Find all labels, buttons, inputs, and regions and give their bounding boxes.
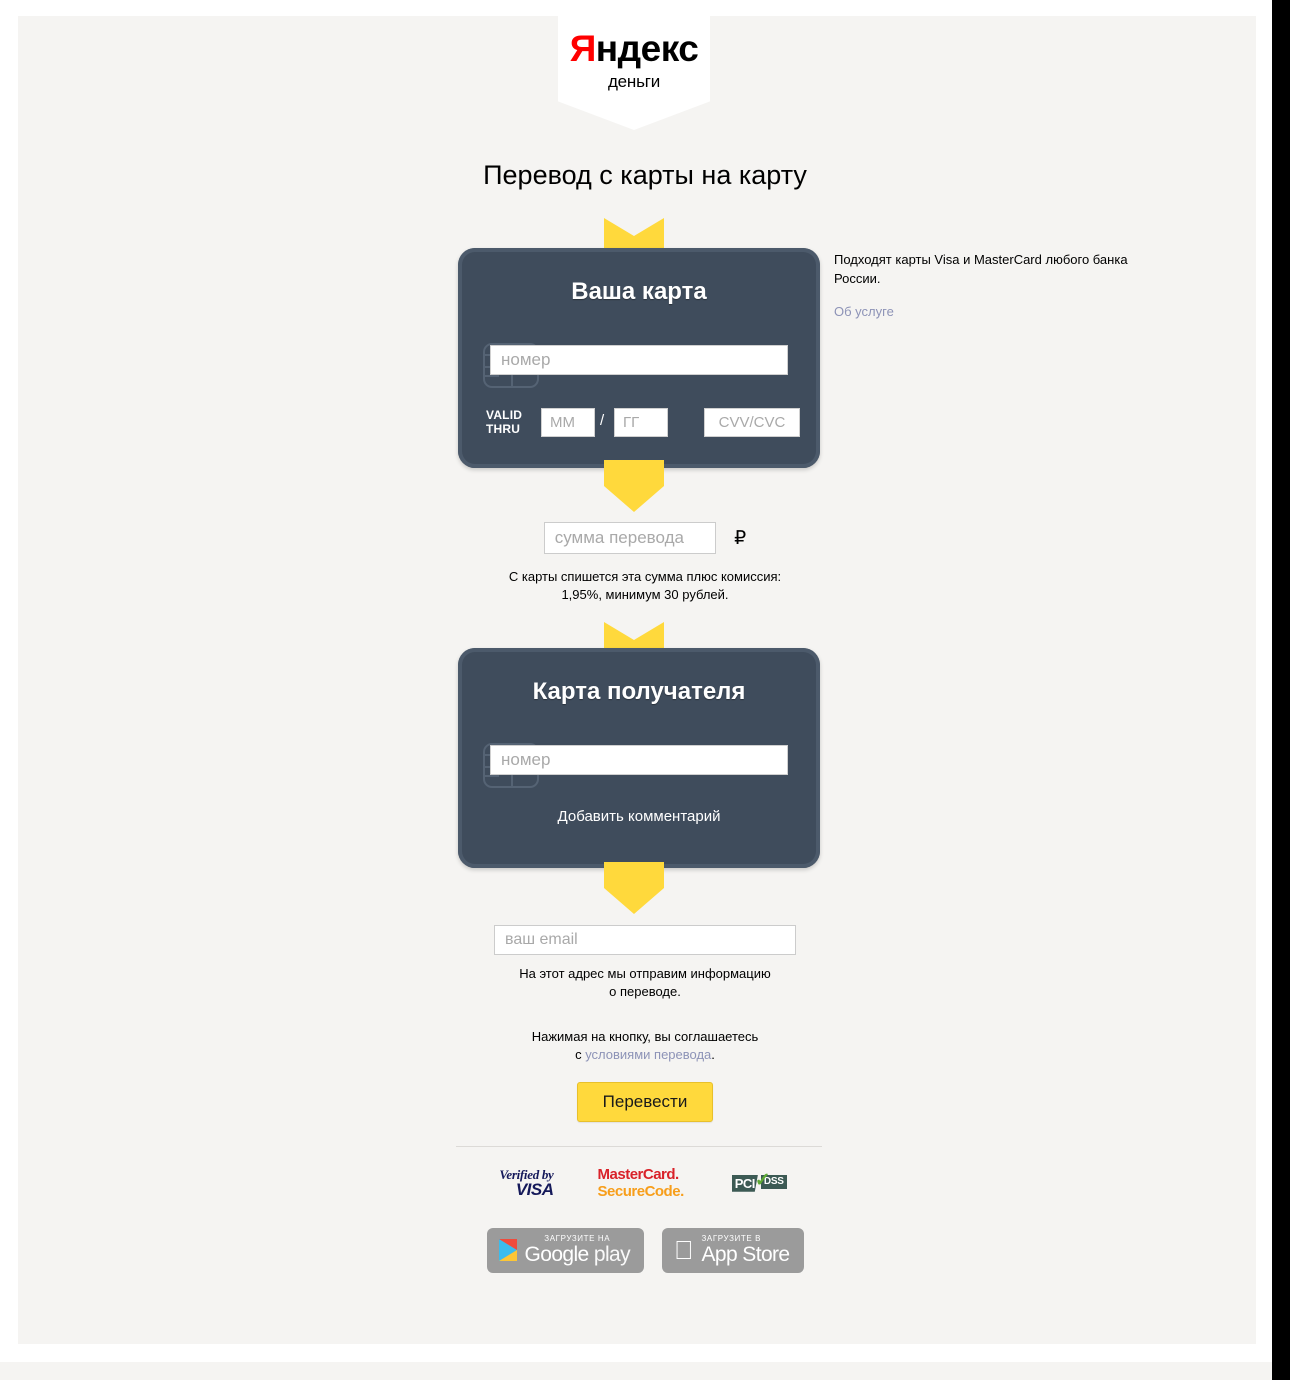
email-note-line-2: о переводе. — [609, 984, 681, 999]
logo-ya-letter: Я — [569, 28, 597, 69]
expiry-month-input[interactable] — [541, 408, 595, 437]
amount-row: ₽ — [0, 522, 1290, 554]
mastercard-badge-bottom-text: SecureCode. — [597, 1183, 685, 1201]
transfer-submit-button[interactable]: Перевести — [576, 1082, 714, 1122]
recipient-card-title: Карта получателя — [532, 678, 746, 705]
sender-card-number-input[interactable] — [490, 345, 788, 375]
app-store-badge-small-text: Загрузите в — [691, 1234, 761, 1243]
chip-line — [485, 375, 499, 377]
valid-thru-label: VALID THRU — [486, 408, 522, 436]
google-play-badge-text: Загрузите на Google play — [525, 1234, 631, 1266]
page-viewport: Яндекс деньги Перевод с карты на карту В… — [0, 0, 1290, 1380]
submit-row: Перевести — [0, 1082, 1290, 1122]
app-store-badge[interactable]:  Загрузите в App Store — [662, 1228, 804, 1273]
commission-note-line-1: С карты спишется эта сумма плюс комиссия… — [508, 569, 782, 584]
email-note-line-1: На этот адрес мы отправим информацию — [519, 966, 771, 981]
mastercard-securecode-badge-icon: MasterCard. SecureCode. — [597, 1166, 685, 1201]
sender-card-panel: Ваша карта VALID THRU / — [458, 248, 820, 468]
google-play-word-play: play — [593, 1243, 631, 1266]
logo-ndeks-letters: ндекс — [595, 28, 699, 69]
yandex-money-logo[interactable]: Яндекс деньги — [558, 30, 710, 90]
sender-card-valid-row: VALID THRU / — [486, 408, 800, 438]
email-note: На этот адрес мы отправим информацию о п… — [0, 965, 1290, 1001]
sender-card-title: Ваша карта — [571, 278, 707, 305]
chip-line — [485, 775, 499, 777]
service-note-text: Подходят карты Visa и MasterCard любого … — [834, 252, 1128, 286]
visa-badge-bottom-text: VISA — [515, 1180, 554, 1200]
google-play-word: Google — [524, 1243, 590, 1266]
expiry-separator: / — [600, 412, 605, 429]
transfer-terms-link[interactable]: условиями перевода — [585, 1047, 711, 1062]
verified-by-visa-badge-icon: Verified by VISA — [499, 1168, 554, 1200]
google-play-badge[interactable]: Загрузите на Google play — [486, 1228, 644, 1273]
recipient-card-panel: Карта получателя Добавить комментарий — [458, 648, 820, 868]
commission-note-line-2: 1,95%, минимум 30 рублей. — [561, 587, 729, 602]
transfer-amount-input[interactable] — [543, 522, 716, 554]
security-badges: Verified by VISA MasterCard. SecureCode.… — [0, 1166, 1290, 1201]
terms-line-1: Нажимая на кнопку, вы соглашаетесь — [531, 1029, 759, 1044]
valid-thru-line-2: THRU — [486, 422, 521, 436]
service-note: Подходят карты Visa и MasterCard любого … — [834, 250, 1134, 321]
add-comment-link[interactable]: Добавить комментарий — [458, 808, 820, 825]
page-title: Перевод с карты на карту — [483, 160, 807, 190]
google-play-badge-inner: Загрузите на Google play — [498, 1234, 631, 1266]
expiry-year-input[interactable] — [614, 408, 668, 437]
app-store-badge-text: Загрузите в App Store — [691, 1234, 791, 1266]
store-badges: Загрузите на Google play  Загрузите в A… — [0, 1228, 1290, 1273]
apple-logo-icon:  — [674, 1237, 694, 1263]
pci-check-icon: ✓ — [754, 1169, 771, 1191]
terms-suffix: . — [711, 1047, 715, 1062]
pci-dss-badge-icon: PCI ✓ DSS — [728, 1169, 791, 1195]
ruble-currency-symbol: ₽ — [734, 527, 747, 549]
recipient-card-number-input[interactable] — [490, 745, 788, 775]
email-row — [0, 925, 1290, 955]
terms-note: Нажимая на кнопку, вы соглашаетесь с усл… — [0, 1028, 1290, 1064]
bottom-band — [0, 1362, 1272, 1380]
logo-subtitle: деньги — [607, 72, 661, 91]
google-play-badge-small-text: Загрузите на — [544, 1234, 611, 1243]
mastercard-badge-top-text: MasterCard. — [597, 1166, 680, 1183]
email-input[interactable] — [494, 925, 796, 955]
cvv-input[interactable] — [704, 408, 800, 437]
valid-thru-line-1: VALID — [486, 408, 523, 422]
footer-divider — [456, 1146, 822, 1147]
app-store-badge-big-text: App Store — [691, 1243, 791, 1266]
terms-prefix: с — [575, 1047, 586, 1062]
commission-note: С карты спишется эта сумма плюс комиссия… — [0, 568, 1290, 604]
google-play-icon — [498, 1239, 517, 1261]
about-service-link[interactable]: Об услуге — [834, 302, 894, 321]
google-play-badge-big-text: Google play — [525, 1244, 631, 1265]
logo-wordmark: Яндекс — [558, 30, 710, 67]
app-store-badge-inner:  Загрузите в App Store — [674, 1234, 791, 1266]
